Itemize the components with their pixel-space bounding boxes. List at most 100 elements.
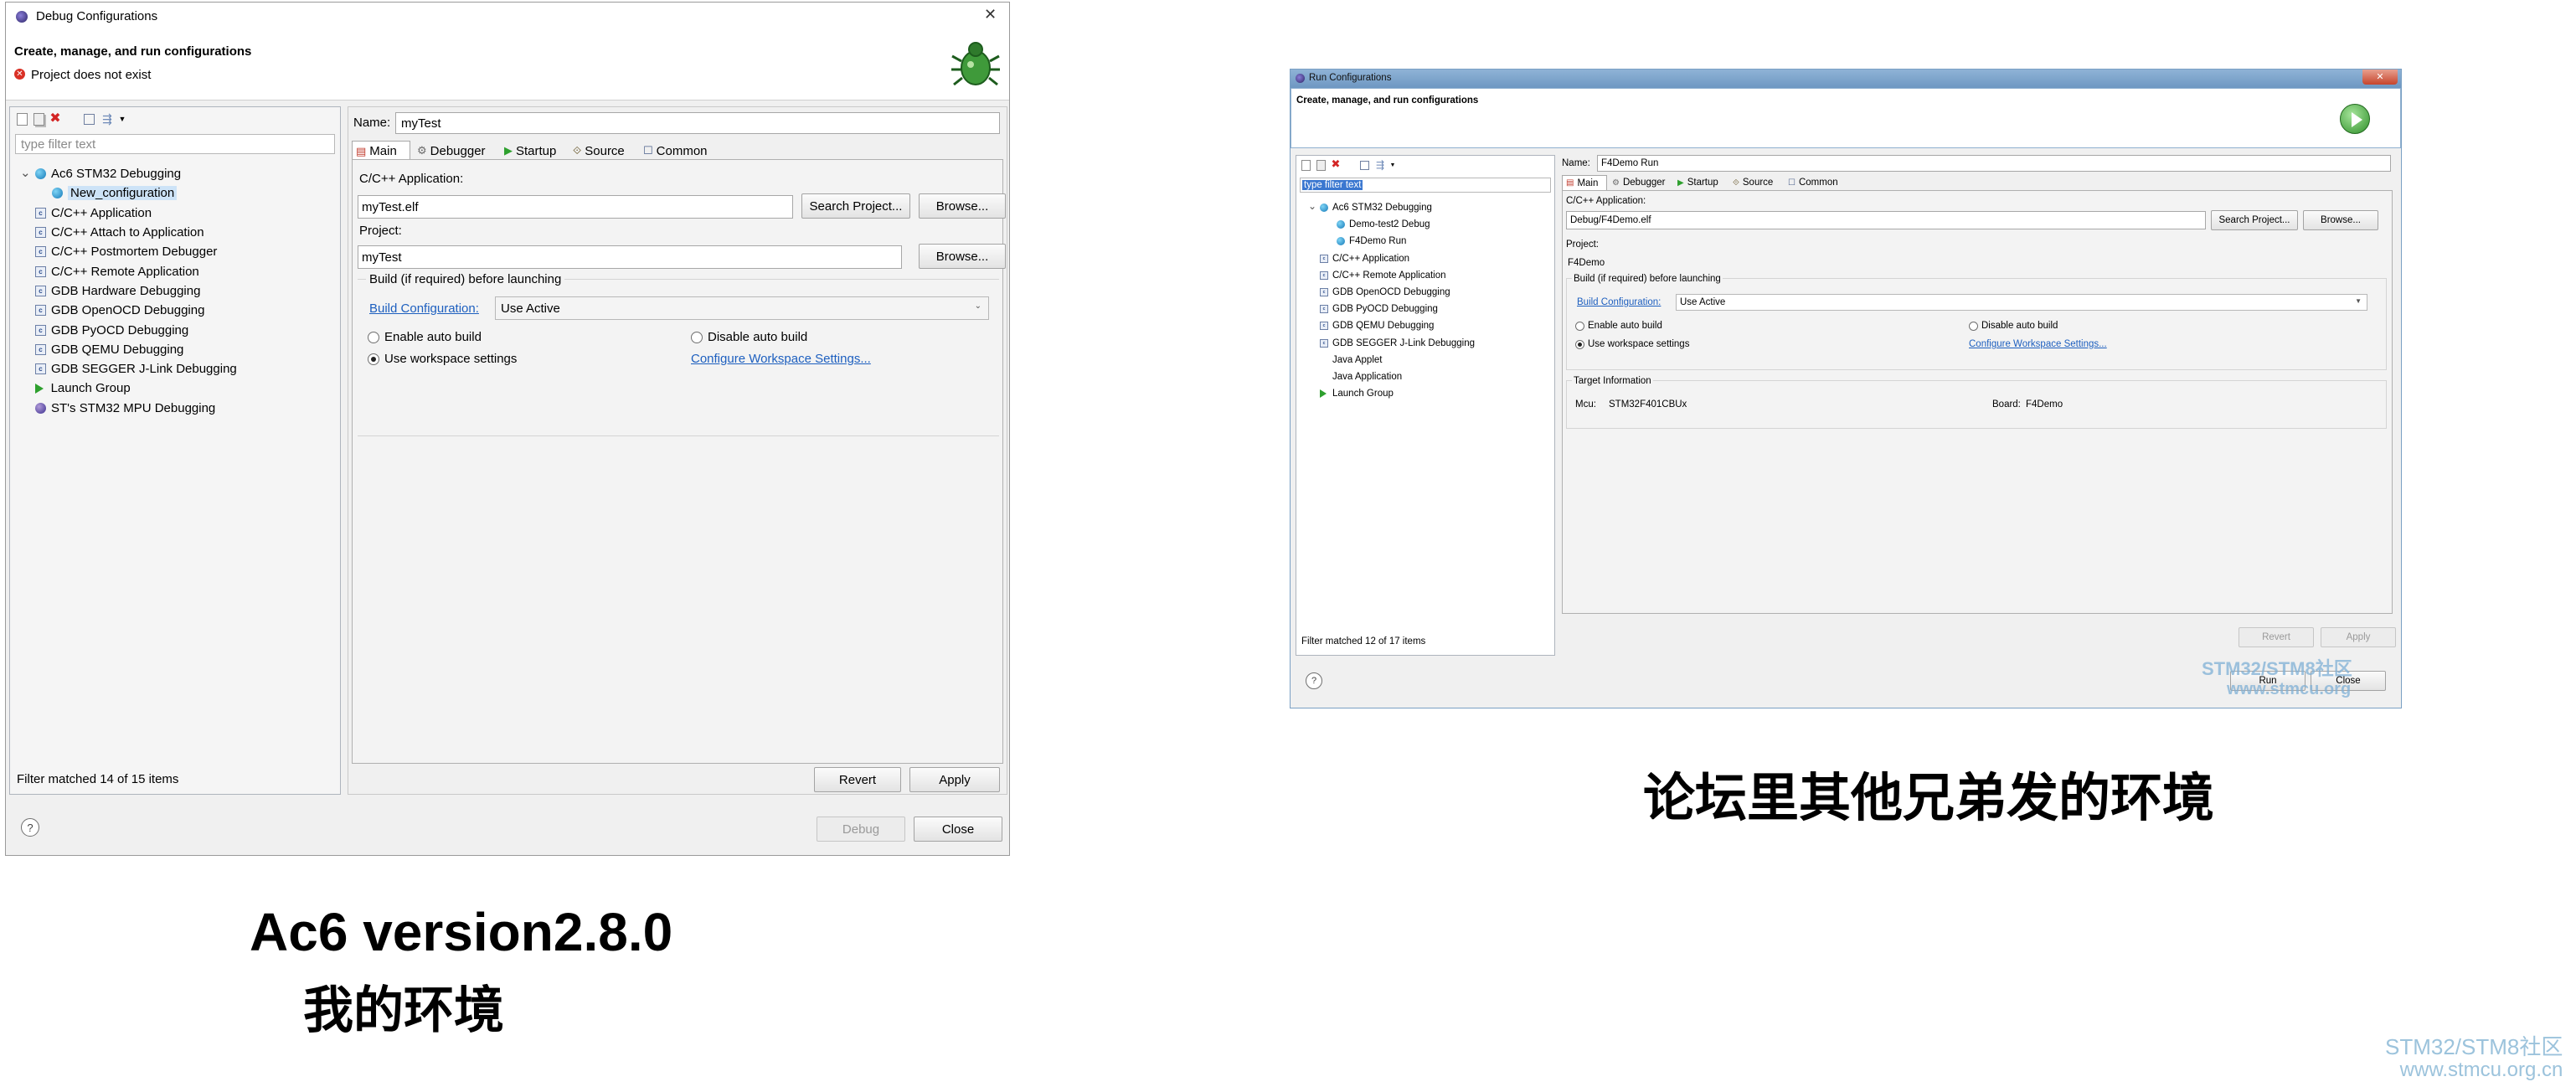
name-field[interactable]: F4Demo Run [1597,155,2391,172]
search-project-button[interactable]: Search Project... [801,193,910,219]
revert-button[interactable]: Revert [814,767,901,792]
tab-startup[interactable]: ▶ Startup [1674,175,1728,190]
tree-item-gdb-openocd-debugging[interactable]: c GDB OpenOCD Debugging [1320,284,1450,301]
use-workspace-radio[interactable]: Use workspace settings [368,352,517,366]
enable-auto-radio[interactable]: Enable auto build [368,330,482,344]
tree-item-c-c-application[interactable]: c C/C++ Application [1320,250,1409,267]
debug-icon [1320,203,1328,213]
disable-auto-radio[interactable]: Disable auto build [691,330,807,344]
tree-item-label: C/C++ Application [1332,253,1410,264]
tab-startup[interactable]: ▶ Startup [501,141,566,161]
window-title: Run Configurations [1309,73,1392,83]
tree-item-label: Launch Group [1332,389,1394,399]
enable-auto-radio[interactable]: Enable auto build [1575,321,1662,331]
tree-item-gdb-segger-j-link-debugging[interactable]: c GDB SEGGER J-Link Debugging [35,359,237,379]
radio-icon [691,331,703,343]
collapse-all-icon[interactable] [1358,159,1370,171]
tab-common[interactable]: ☐ Common [640,141,717,161]
app-field[interactable]: Debug/F4Demo.elf [1566,211,2206,229]
tree-item-f4demo-run[interactable]: F4Demo Run [1337,233,1406,250]
build-config-select[interactable]: Use Active ▼ [1676,294,2367,311]
chevron-down-icon[interactable]: ⌄ [1308,200,1316,212]
revert-button[interactable]: Revert [2239,627,2314,647]
tab-source[interactable]: ⟐ Source [569,141,636,161]
tab-main[interactable]: ▤ Main [1562,175,1607,190]
tab-debugger[interactable]: ⚙ Debugger [1609,175,1672,190]
tree-item-gdb-pyocd-debugging[interactable]: c GDB PyOCD Debugging [1320,301,1438,317]
search-project-button[interactable]: Search Project... [2211,210,2298,230]
corner-watermark-line1: STM32/STM8社区 [2385,1034,2563,1059]
new-config-icon[interactable] [1300,159,1311,171]
delete-icon[interactable]: ✖ [1330,157,1342,171]
tree-item-demo-test2-debug[interactable]: Demo-test2 Debug [1337,216,1430,233]
build-config-select[interactable]: Use Active ⌄ [495,296,989,320]
tab-source[interactable]: ⟐ Source [1729,175,1783,190]
tab-debugger[interactable]: ⚙ Debugger [414,141,497,161]
tree-item-gdb-segger-j-link-debugging[interactable]: c GDB SEGGER J-Link Debugging [1320,335,1475,352]
collapse-all-icon[interactable] [82,112,95,126]
tree-item-gdb-qemu-debugging[interactable]: c GDB QEMU Debugging [35,340,183,359]
tree-item-c-c-remote-application[interactable]: c C/C++ Remote Application [1320,267,1446,284]
build-config-link[interactable]: Build Configuration: [369,301,479,316]
filter-icon[interactable]: ⇶ [99,111,116,126]
tree-item-launch-group[interactable]: Launch Group [35,379,131,398]
tree-item-ac6-stm32-debugging[interactable]: ⌄ Ac6 STM32 Debugging [20,164,181,183]
tree-item-c-c-postmortem-debugger[interactable]: c C/C++ Postmortem Debugger [35,242,217,261]
title-bar: Run Configurations ✕ [1291,70,2401,88]
tree-item-label: GDB QEMU Debugging [51,342,184,357]
close-button[interactable]: Close [914,817,1002,842]
browse-app-button[interactable]: Browse... [919,193,1006,219]
filter-placeholder: type filter text [1302,180,1363,190]
tree-item-label: ST's STM32 MPU Debugging [51,400,216,415]
configuration-editor: Name: myTest ▤ Main ⚙ Debugger ▶ Startup ⟐ Sour… [348,106,1007,795]
filter-input[interactable]: type filter text [15,134,335,154]
tree-item-gdb-pyocd-debugging[interactable]: c GDB PyOCD Debugging [35,320,188,339]
apply-button[interactable]: Apply [2321,627,2396,647]
tree-item-ac6-stm32-debugging[interactable]: ⌄ Ac6 STM32 Debugging [1308,199,1432,216]
tab-main[interactable]: ▤ Main [352,141,410,161]
duplicate-icon[interactable] [32,112,45,126]
tree-item-c-c-application[interactable]: c C/C++ Application [35,203,152,223]
filter-icon[interactable]: ⇶ [1373,158,1387,172]
tree-item-new-configuration[interactable]: New_configuration [52,183,178,203]
disable-auto-radio[interactable]: Disable auto build [1969,321,2058,331]
duplicate-icon[interactable] [1315,159,1327,171]
tree-item-java-applet[interactable]: Java Applet [1320,352,1382,368]
configure-workspace-link[interactable]: Configure Workspace Settings... [1969,339,2107,349]
tree-item-launch-group[interactable]: Launch Group [1320,385,1394,402]
use-workspace-radio[interactable]: Use workspace settings [1575,339,1689,349]
chevron-down-icon[interactable]: ▼ [1388,159,1397,171]
tree-item-gdb-hardware-debugging[interactable]: c GDB Hardware Debugging [35,281,200,301]
debug-button[interactable]: Debug [817,817,905,842]
build-config-link[interactable]: Build Configuration: [1577,297,1661,307]
source-tab-icon: ⟐ [573,144,582,157]
configure-workspace-link[interactable]: Configure Workspace Settings... [691,352,871,366]
app-field[interactable]: myTest.elf [358,195,793,219]
filter-input[interactable]: type filter text [1300,178,1551,193]
common-tab-icon: ☐ [1788,178,1795,188]
eclipse-icon [1296,74,1305,83]
tree-item-c-c-remote-application[interactable]: c C/C++ Remote Application [35,262,199,281]
tree-item-st-s-stm32-mpu-debugging[interactable]: ST's STM32 MPU Debugging [35,399,215,418]
project-value[interactable]: F4Demo [1568,258,1605,268]
delete-icon[interactable]: ✖ [49,111,62,126]
tree-item-gdb-openocd-debugging[interactable]: c GDB OpenOCD Debugging [35,301,204,320]
tree-item-gdb-qemu-debugging[interactable]: c GDB QEMU Debugging [1320,317,1434,334]
browse-project-button[interactable]: Browse... [919,244,1006,269]
help-icon[interactable]: ? [1306,672,1322,689]
close-icon[interactable]: ✕ [984,6,997,23]
chevron-down-icon[interactable]: ⌄ [20,165,31,180]
close-button[interactable]: ✕ [2362,70,2398,85]
build-config-value: Use Active [501,301,560,316]
help-icon[interactable]: ? [21,818,39,837]
tree-item-java-application[interactable]: Java Application [1320,368,1402,385]
new-config-icon[interactable] [15,112,28,126]
project-field[interactable]: myTest [358,245,902,269]
tree-item-c-c-attach-to-application[interactable]: c C/C++ Attach to Application [35,223,204,242]
browse-app-button[interactable]: Browse... [2303,210,2378,230]
board-label: Board: [1992,399,2021,410]
name-field[interactable]: myTest [395,112,1000,134]
chevron-down-icon[interactable]: ▼ [117,112,127,126]
tab-common[interactable]: ☐ Common [1785,175,1848,190]
apply-button[interactable]: Apply [909,767,1000,792]
